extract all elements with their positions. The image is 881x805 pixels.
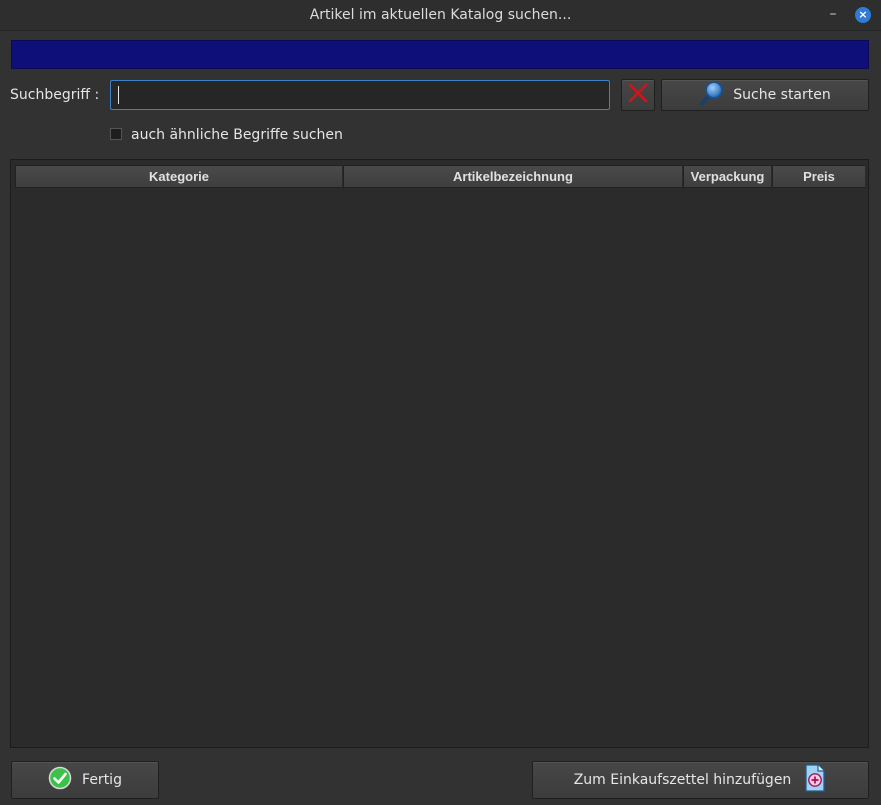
similar-terms-checkbox[interactable] — [110, 128, 122, 140]
table-header: Kategorie Artikelbezeichnung Verpackung … — [15, 165, 866, 188]
add-button-label: Zum Einkaufszettel hinzufügen — [573, 772, 792, 788]
search-button-label: Suche starten — [733, 87, 831, 103]
title-bar[interactable]: Artikel im aktuellen Katalog suchen... –… — [0, 0, 881, 31]
results-table: Kategorie Artikelbezeichnung Verpackung … — [10, 159, 869, 748]
clear-search-button[interactable] — [621, 79, 655, 111]
search-label: Suchbegriff : — [10, 87, 100, 103]
column-header-preis[interactable]: Preis — [772, 165, 866, 188]
column-header-verpackung[interactable]: Verpackung — [683, 165, 772, 188]
close-icon[interactable]: × — [855, 7, 871, 23]
text-caret — [118, 86, 119, 104]
search-button[interactable]: Suche starten — [661, 79, 869, 111]
status-bar — [11, 40, 869, 69]
window-title: Artikel im aktuellen Katalog suchen... — [309, 7, 572, 23]
add-to-shopping-list-button[interactable]: Zum Einkaufszettel hinzufügen — [532, 761, 869, 799]
column-header-artikelbezeichnung[interactable]: Artikelbezeichnung — [343, 165, 683, 188]
table-body[interactable] — [15, 188, 866, 744]
red-x-icon — [627, 82, 649, 108]
column-header-kategorie[interactable]: Kategorie — [15, 165, 343, 188]
search-input[interactable] — [110, 80, 610, 110]
done-button-label: Fertig — [82, 772, 122, 788]
similar-terms-label[interactable]: auch ähnliche Begriffe suchen — [131, 127, 343, 143]
minimize-icon[interactable]: – — [826, 4, 840, 24]
dialog-window: Artikel im aktuellen Katalog suchen... –… — [0, 0, 881, 805]
done-button[interactable]: Fertig — [11, 761, 159, 799]
magnifier-icon — [699, 80, 725, 110]
green-check-icon — [48, 766, 72, 794]
document-add-icon — [803, 764, 827, 796]
